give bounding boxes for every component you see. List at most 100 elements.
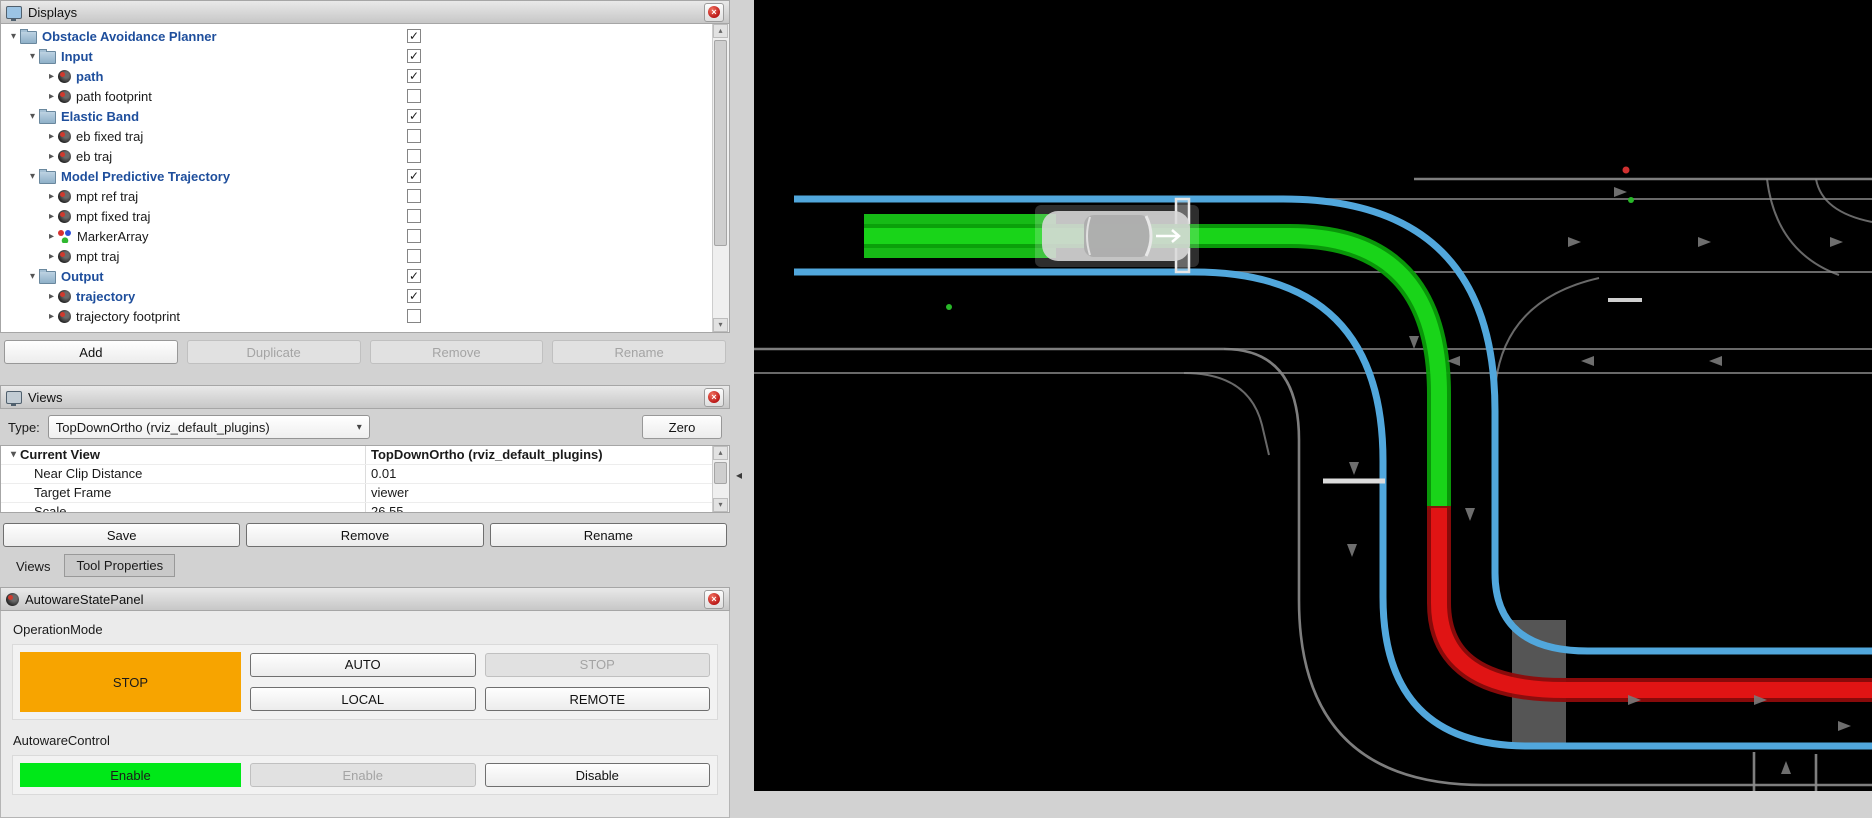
- property-value[interactable]: 26.55: [365, 503, 713, 513]
- displays-panel-icon: [6, 6, 22, 19]
- expander-icon[interactable]: [45, 291, 58, 302]
- expander-icon[interactable]: [45, 251, 58, 262]
- display-checkbox[interactable]: [407, 29, 421, 43]
- table-row[interactable]: Target Frame viewer: [1, 484, 729, 503]
- tree-row[interactable]: eb fixed traj: [1, 126, 713, 146]
- expander-icon[interactable]: [26, 171, 39, 182]
- display-checkbox[interactable]: [407, 69, 421, 83]
- duplicate-button[interactable]: Duplicate: [187, 340, 361, 364]
- expander-icon[interactable]: [45, 211, 58, 222]
- displays-panel-title: Displays: [28, 5, 698, 20]
- scroll-up-icon[interactable]: ▴: [713, 446, 728, 460]
- display-icon: [58, 190, 71, 203]
- expander-icon[interactable]: [45, 311, 58, 322]
- tree-row[interactable]: mpt ref traj: [1, 186, 713, 206]
- views-panel-header[interactable]: Views ×: [0, 385, 730, 409]
- scrollbar-thumb[interactable]: [714, 40, 727, 246]
- displays-panel-header[interactable]: Displays ×: [0, 0, 730, 24]
- expander-icon[interactable]: [26, 111, 39, 122]
- display-checkbox[interactable]: [407, 89, 421, 103]
- display-checkbox[interactable]: [407, 169, 421, 183]
- scroll-up-icon[interactable]: ▴: [713, 24, 728, 38]
- expander-icon[interactable]: [26, 51, 39, 62]
- tree-row[interactable]: mpt fixed traj: [1, 206, 713, 226]
- display-checkbox[interactable]: [407, 269, 421, 283]
- display-checkbox[interactable]: [407, 109, 421, 123]
- scrollbar-thumb[interactable]: [714, 462, 727, 484]
- expander-icon[interactable]: [45, 151, 58, 162]
- enable-button[interactable]: Enable: [250, 763, 476, 787]
- operation-mode-group: STOP AUTO STOP LOCAL REMOTE: [12, 644, 718, 720]
- expander-icon[interactable]: [7, 31, 20, 42]
- tree-row[interactable]: Obstacle Avoidance Planner: [1, 26, 713, 46]
- display-checkbox[interactable]: [407, 189, 421, 203]
- expander-icon[interactable]: [7, 446, 20, 464]
- display-checkbox[interactable]: [407, 129, 421, 143]
- display-checkbox[interactable]: [407, 229, 421, 243]
- tree-row[interactable]: Model Predictive Trajectory: [1, 166, 713, 186]
- property-name: Scale: [1, 503, 365, 513]
- tree-row[interactable]: MarkerArray: [1, 226, 713, 246]
- rename-button[interactable]: Rename: [552, 340, 726, 364]
- views-close-button[interactable]: ×: [704, 388, 724, 407]
- remove-view-button[interactable]: Remove: [246, 523, 483, 547]
- table-row[interactable]: Near Clip Distance 0.01: [1, 465, 729, 484]
- tree-item-label: mpt traj: [76, 249, 119, 264]
- displays-panel: Displays × Obstacle Avoidance Planner In…: [0, 0, 730, 372]
- tree-row[interactable]: eb traj: [1, 146, 713, 166]
- display-icon: [58, 210, 71, 223]
- expander-icon[interactable]: [26, 271, 39, 282]
- disable-button[interactable]: Disable: [485, 763, 711, 787]
- tree-scrollbar[interactable]: ▴ ▾: [712, 24, 729, 332]
- tree-item-label: Obstacle Avoidance Planner: [42, 29, 217, 44]
- views-panel-icon: [6, 391, 22, 404]
- scroll-down-icon[interactable]: ▾: [713, 498, 728, 512]
- display-checkbox[interactable]: [407, 309, 421, 323]
- local-button[interactable]: LOCAL: [250, 687, 476, 711]
- tab-tool-properties[interactable]: Tool Properties: [64, 554, 175, 577]
- view-type-dropdown[interactable]: TopDownOrtho (rviz_default_plugins) ▾: [48, 415, 370, 439]
- autoware-state-panel: AutowareStatePanel × OperationMode STOP …: [0, 587, 730, 818]
- tree-row[interactable]: trajectory footprint: [1, 306, 713, 326]
- save-button[interactable]: Save: [3, 523, 240, 547]
- table-row[interactable]: Scale 26.55: [1, 503, 729, 513]
- tree-row[interactable]: Elastic Band: [1, 106, 713, 126]
- display-checkbox[interactable]: [407, 249, 421, 263]
- tree-row[interactable]: Output: [1, 266, 713, 286]
- expander-icon[interactable]: [45, 71, 58, 82]
- tree-row[interactable]: Input: [1, 46, 713, 66]
- expander-icon[interactable]: [45, 131, 58, 142]
- display-checkbox[interactable]: [407, 149, 421, 163]
- scroll-down-icon[interactable]: ▾: [713, 318, 728, 332]
- viewport-3d[interactable]: [754, 0, 1872, 791]
- add-button[interactable]: Add: [4, 340, 178, 364]
- state-panel-close-button[interactable]: ×: [704, 590, 724, 609]
- property-value[interactable]: 0.01: [365, 465, 713, 483]
- expander-icon[interactable]: [45, 231, 58, 242]
- tree-row[interactable]: trajectory: [1, 286, 713, 306]
- tree-row[interactable]: path: [1, 66, 713, 86]
- displays-close-button[interactable]: ×: [704, 3, 724, 22]
- tree-row[interactable]: path footprint: [1, 86, 713, 106]
- dock-collapse-icon[interactable]: ◂: [736, 468, 742, 482]
- tree-row[interactable]: mpt traj: [1, 246, 713, 266]
- autoware-state-panel-header[interactable]: AutowareStatePanel ×: [0, 587, 730, 611]
- property-value[interactable]: viewer: [365, 484, 713, 502]
- view-properties-table: Current View TopDownOrtho (rviz_default_…: [0, 445, 730, 513]
- table-scrollbar[interactable]: ▴ ▾: [712, 446, 729, 512]
- zero-button[interactable]: Zero: [642, 415, 722, 439]
- table-row[interactable]: Current View TopDownOrtho (rviz_default_…: [1, 446, 729, 465]
- display-checkbox[interactable]: [407, 289, 421, 303]
- stop-button[interactable]: STOP: [485, 653, 711, 677]
- tab-views[interactable]: Views: [5, 556, 61, 577]
- display-icon: [58, 130, 71, 143]
- display-checkbox[interactable]: [407, 209, 421, 223]
- remove-button[interactable]: Remove: [370, 340, 544, 364]
- rename-view-button[interactable]: Rename: [490, 523, 727, 547]
- autoware-control-label: AutowareControl: [13, 733, 718, 748]
- remote-button[interactable]: REMOTE: [485, 687, 711, 711]
- auto-button[interactable]: AUTO: [250, 653, 476, 677]
- expander-icon[interactable]: [45, 191, 58, 202]
- display-checkbox[interactable]: [407, 49, 421, 63]
- expander-icon[interactable]: [45, 91, 58, 102]
